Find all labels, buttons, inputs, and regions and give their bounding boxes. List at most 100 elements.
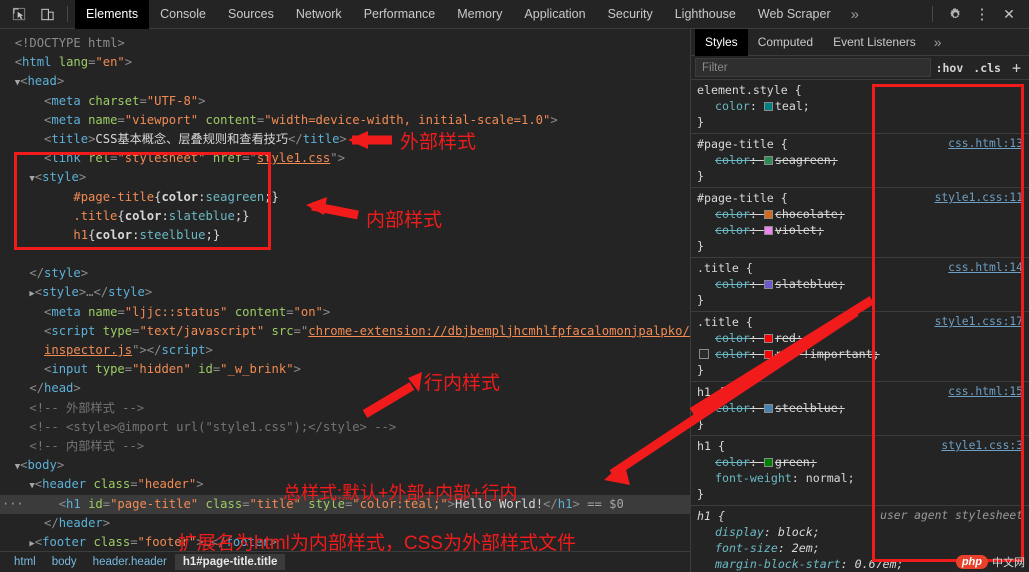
css-declaration[interactable]: margin-block-start: 0.67em; <box>697 556 1029 572</box>
rule-origin-link[interactable]: css.html:13 <box>948 136 1023 152</box>
css-declaration[interactable]: color: red !important; <box>697 346 1029 362</box>
css-declaration[interactable]: color: seagreen; <box>697 152 1029 168</box>
tab-elements[interactable]: Elements <box>75 0 150 29</box>
dom-tree-pane[interactable]: <!DOCTYPE html> <html lang="en"> ▼<head>… <box>0 29 690 551</box>
dom-node[interactable]: <!-- 外部样式 --> <box>0 399 690 418</box>
dom-node[interactable]: <!-- 内部样式 --> <box>0 437 690 456</box>
css-property-value[interactable]: block; <box>778 525 820 539</box>
gear-icon[interactable] <box>942 2 968 26</box>
dom-node[interactable]: <link rel="stylesheet" href="style1.css"… <box>0 149 690 168</box>
css-property-name[interactable]: margin-block-start <box>715 557 841 571</box>
rule-origin-link[interactable]: style1.css:11 <box>935 190 1023 206</box>
tab-sources[interactable]: Sources <box>217 0 285 29</box>
tab-computed[interactable]: Computed <box>748 29 823 56</box>
tab-styles[interactable]: Styles <box>695 29 748 56</box>
style-rule[interactable]: user agent stylesheet h1 {display: block;… <box>691 506 1029 572</box>
styles-more-tabs-icon[interactable]: » <box>926 29 950 56</box>
dom-node[interactable]: inspector.js"></script> <box>0 341 690 360</box>
css-property-value[interactable]: seagreen; <box>775 153 838 167</box>
color-swatch-icon[interactable] <box>763 458 773 467</box>
style-rule[interactable]: style1.css:3 h1 {color: green; font-weight… <box>691 436 1029 506</box>
hov-toggle-button[interactable]: :hov <box>931 61 969 75</box>
css-property-name[interactable]: color <box>715 401 750 415</box>
dom-node[interactable]: ▶<footer class="footer">…</footer> <box>0 533 690 551</box>
dom-node[interactable]: <input type="hidden" id="_w_brink"> <box>0 360 690 379</box>
color-swatch-icon[interactable] <box>763 156 773 165</box>
color-swatch-icon[interactable] <box>763 210 773 219</box>
breadcrumb-item-header[interactable]: header.header <box>85 554 175 570</box>
css-property-name[interactable]: font-weight <box>715 471 792 485</box>
css-property-name[interactable]: color <box>715 207 750 221</box>
tab-web-scraper[interactable]: Web Scraper <box>747 0 842 29</box>
color-swatch-icon[interactable] <box>763 280 773 289</box>
css-property-value[interactable]: green; <box>775 455 817 469</box>
color-swatch-icon[interactable] <box>763 334 773 343</box>
style-rule[interactable]: element.style {color: teal;} <box>691 80 1029 134</box>
new-style-rule-button[interactable]: + <box>1006 59 1025 77</box>
css-property-value[interactable]: violet; <box>775 223 824 237</box>
dom-node[interactable] <box>0 245 690 264</box>
tab-performance[interactable]: Performance <box>353 0 447 29</box>
style-rule[interactable]: css.html:13 #page-title {color: seagreen;… <box>691 134 1029 188</box>
tab-security[interactable]: Security <box>597 0 664 29</box>
css-property-name[interactable]: color <box>715 331 750 345</box>
css-property-name[interactable]: font-size <box>715 541 778 555</box>
tab-application[interactable]: Application <box>513 0 596 29</box>
css-declaration[interactable]: font-weight: normal; <box>697 470 1029 486</box>
style-rule[interactable]: css.html:14 .title {color: slateblue;} <box>691 258 1029 312</box>
cls-toggle-button[interactable]: .cls <box>968 61 1006 75</box>
dom-node[interactable]: <html lang="en"> <box>0 53 690 72</box>
dom-node[interactable]: .title{color:slateblue;} <box>0 207 690 226</box>
css-property-name[interactable]: display <box>715 525 764 539</box>
tab-event-listeners[interactable]: Event Listeners <box>823 29 926 56</box>
dom-node[interactable]: <!-- <style>@import url("style1.css");</… <box>0 418 690 437</box>
tab-memory[interactable]: Memory <box>446 0 513 29</box>
rule-origin-link[interactable]: css.html:14 <box>948 260 1023 276</box>
dom-node[interactable]: <!DOCTYPE html> <box>0 34 690 53</box>
css-declaration[interactable]: color: teal; <box>697 98 1029 114</box>
color-swatch-icon[interactable] <box>763 350 773 359</box>
dom-node[interactable]: ▼<body> <box>0 456 690 475</box>
tab-lighthouse[interactable]: Lighthouse <box>664 0 747 29</box>
dom-node[interactable]: ▼<head> <box>0 72 690 91</box>
css-declaration[interactable]: display: block; <box>697 524 1029 540</box>
css-declaration[interactable]: color: chocolate; <box>697 206 1029 222</box>
dom-node[interactable]: </header> <box>0 514 690 533</box>
rule-origin-link[interactable]: css.html:15 <box>948 384 1023 400</box>
css-property-value[interactable]: 0.67em; <box>855 557 904 571</box>
declaration-enable-checkbox[interactable] <box>699 349 709 359</box>
kebab-menu-icon[interactable]: ⋮ <box>969 2 995 26</box>
dom-node-selected[interactable]: <h1 id="page-title" class="title" style=… <box>0 494 690 514</box>
css-property-value[interactable]: teal; <box>775 99 810 113</box>
css-property-value[interactable]: chocolate; <box>775 207 845 221</box>
css-property-name[interactable]: color <box>715 455 750 469</box>
rule-origin-link[interactable]: style1.css:3 <box>941 438 1023 454</box>
breadcrumb-item-h1[interactable]: h1#page-title.title <box>174 554 286 570</box>
css-property-value[interactable]: 2em; <box>792 541 820 555</box>
css-property-value[interactable]: slateblue; <box>775 277 845 291</box>
css-property-value[interactable]: red !important; <box>775 347 880 361</box>
breadcrumb-item-body[interactable]: body <box>44 554 85 570</box>
style-rule[interactable]: style1.css:11 #page-title {color: chocola… <box>691 188 1029 258</box>
color-swatch-icon[interactable] <box>763 102 773 111</box>
dom-node[interactable]: <meta name="ljjc::status" content="on"> <box>0 303 690 322</box>
css-declaration[interactable]: color: green; <box>697 454 1029 470</box>
device-toolbar-icon[interactable] <box>34 2 60 26</box>
css-declaration[interactable]: color: steelblue; <box>697 400 1029 416</box>
css-property-name[interactable]: color <box>715 99 750 113</box>
dom-node[interactable]: <script type="text/javascript" src="chro… <box>0 322 690 341</box>
css-declaration[interactable]: font-size: 2em; <box>697 540 1029 556</box>
css-property-name[interactable]: color <box>715 223 750 237</box>
css-declaration[interactable]: color: violet; <box>697 222 1029 238</box>
css-declaration[interactable]: color: red; <box>697 330 1029 346</box>
style-rule[interactable]: style1.css:17 .title {color: red; color: r… <box>691 312 1029 382</box>
breadcrumb-item-html[interactable]: html <box>6 554 44 570</box>
css-property-value[interactable]: normal; <box>806 471 855 485</box>
close-icon[interactable]: ✕ <box>996 2 1022 26</box>
css-property-value[interactable]: steelblue; <box>775 401 845 415</box>
css-property-name[interactable]: color <box>715 347 750 361</box>
css-property-name[interactable]: color <box>715 277 750 291</box>
dom-node[interactable]: </style> <box>0 264 690 283</box>
css-property-name[interactable]: color <box>715 153 750 167</box>
color-swatch-icon[interactable] <box>763 404 773 413</box>
